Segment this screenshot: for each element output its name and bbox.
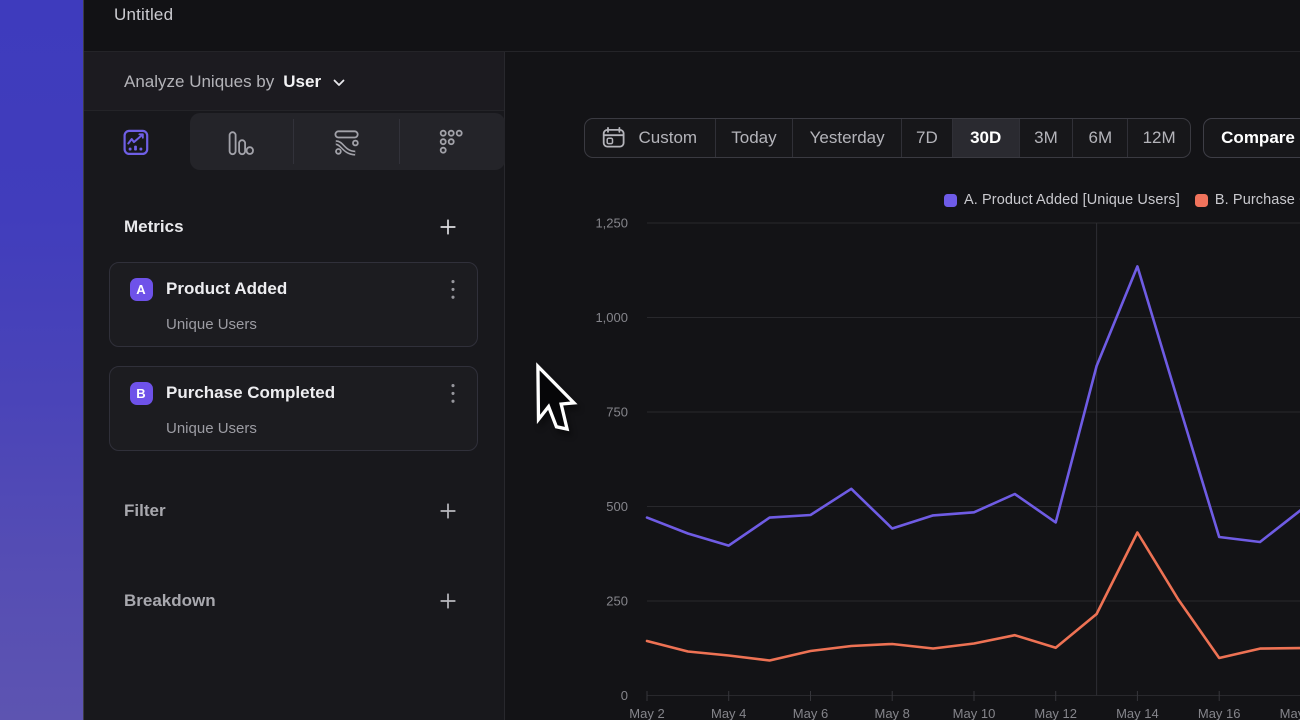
svg-text:May 4: May 4: [711, 706, 746, 720]
svg-text:May 12: May 12: [1034, 706, 1077, 720]
svg-text:250: 250: [606, 594, 628, 609]
svg-text:1,250: 1,250: [595, 216, 628, 231]
svg-text:May 2: May 2: [629, 706, 664, 720]
svg-text:May 14: May 14: [1116, 706, 1159, 720]
svg-text:May 6: May 6: [793, 706, 828, 720]
svg-text:500: 500: [606, 499, 628, 514]
svg-text:1,000: 1,000: [595, 310, 628, 325]
svg-text:May 16: May 16: [1198, 706, 1241, 720]
svg-text:May 8: May 8: [874, 706, 909, 720]
svg-text:0: 0: [621, 688, 628, 703]
svg-text:May 10: May 10: [953, 706, 996, 720]
svg-text:750: 750: [606, 405, 628, 420]
svg-text:May 18: May 18: [1280, 706, 1300, 720]
